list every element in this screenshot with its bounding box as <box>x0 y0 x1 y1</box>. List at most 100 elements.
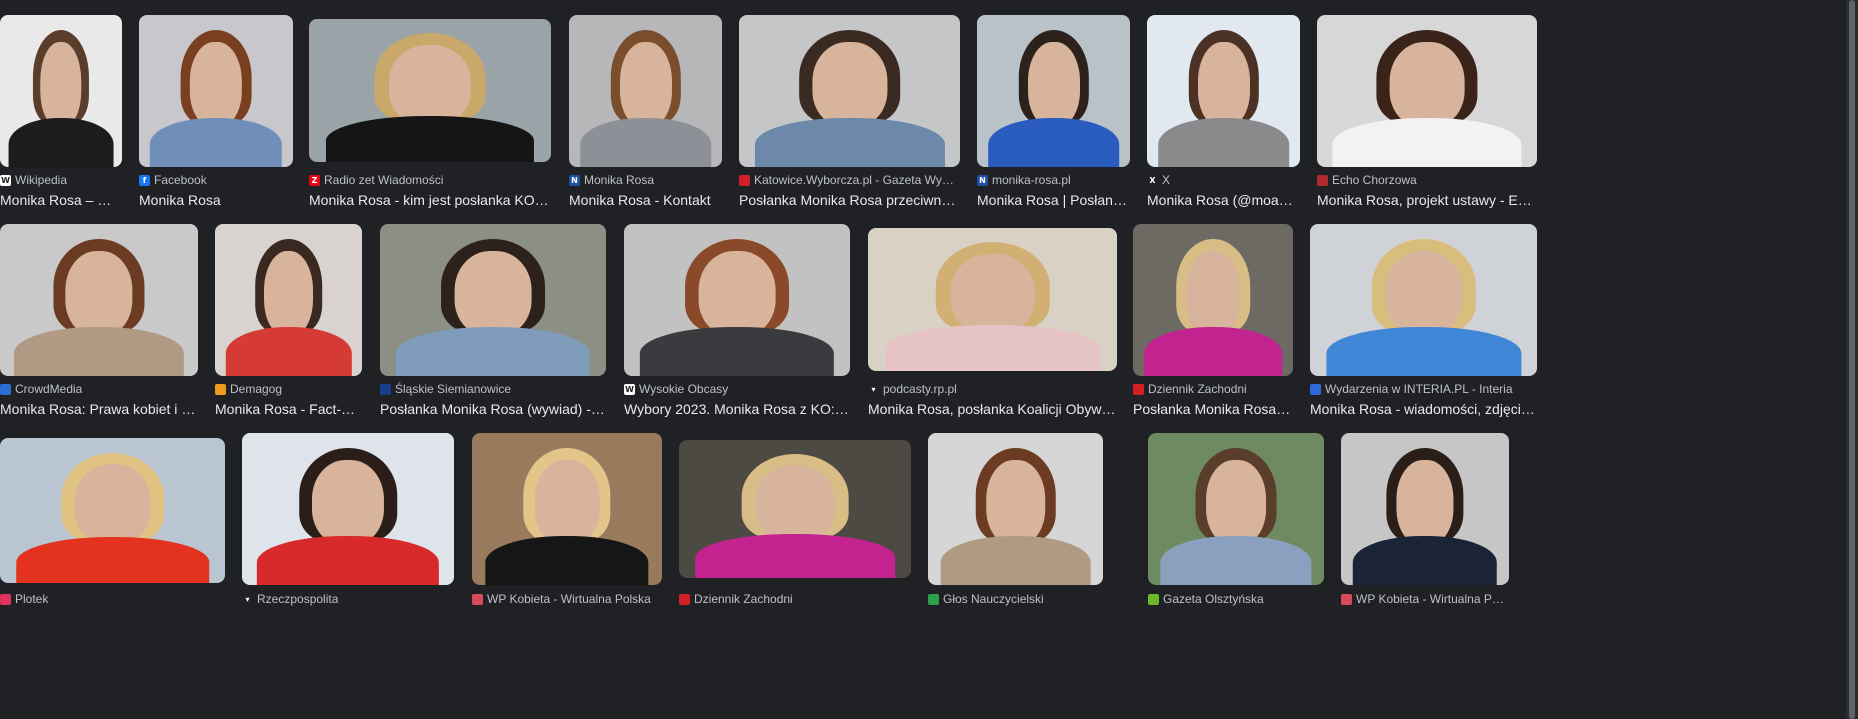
site-favicon-icon <box>380 383 391 395</box>
result-source-line: WP Kobieta - Wirtualna Polska <box>472 592 662 606</box>
result-thumbnail[interactable] <box>472 433 662 585</box>
image-result-card[interactable]: N Monika Rosa Monika Rosa - Kontakt <box>569 15 722 208</box>
result-source-line: CrowdMedia <box>0 382 198 396</box>
result-title-link[interactable]: Monika Rosa, posłanka Koalicji Obywatels… <box>868 401 1117 417</box>
image-result-card[interactable]: WP Kobieta - Wirtualna Polska <box>1341 433 1509 606</box>
image-result-card[interactable]: Plotek <box>0 438 225 606</box>
result-thumbnail[interactable] <box>215 224 362 376</box>
result-thumbnail[interactable] <box>624 224 850 376</box>
site-favicon-icon <box>0 383 11 395</box>
result-title-link[interactable]: Posłanka Monika Rosa | Dziennik Zachodni <box>1133 401 1293 417</box>
site-favicon-icon: Z <box>309 174 320 186</box>
result-source-line: ▾ podcasty.rp.pl <box>868 382 1117 396</box>
result-thumbnail[interactable] <box>868 228 1117 371</box>
site-favicon-icon: N <box>977 174 988 186</box>
image-result-card[interactable]: XX Monika Rosa (@moanrosa) / X <box>1147 15 1300 208</box>
photo-subject-face <box>698 251 776 337</box>
photo-subject-face <box>74 464 151 546</box>
photo-subject-clothing <box>485 536 649 585</box>
result-thumbnail[interactable] <box>679 440 911 578</box>
result-thumbnail[interactable] <box>928 433 1103 585</box>
result-source-name: Dziennik Zachodni <box>1148 382 1247 396</box>
result-thumbnail[interactable] <box>1341 433 1509 585</box>
result-title-link[interactable]: Monika Rosa <box>139 192 293 208</box>
image-result-card[interactable]: Echo Chorzowa Monika Rosa, projekt ustawy… <box>1317 15 1537 208</box>
result-thumbnail[interactable] <box>1148 433 1324 585</box>
result-thumbnail[interactable] <box>1317 15 1537 167</box>
result-title-link[interactable]: Monika Rosa (@moanrosa) / X <box>1147 192 1300 208</box>
photo-subject-face <box>1197 42 1250 128</box>
result-source-line: Wydarzenia w INTERIA.PL - Interia <box>1310 382 1537 396</box>
image-result-card[interactable]: CrowdMedia Monika Rosa: Prawa kobiet i os… <box>0 224 198 417</box>
site-favicon-icon <box>928 593 939 605</box>
site-favicon-icon <box>0 593 11 605</box>
result-source-line: Echo Chorzowa <box>1317 173 1537 187</box>
result-title-link[interactable]: Wybory 2023. Monika Rosa z KO: Nie ma wo… <box>624 401 850 417</box>
result-thumbnail[interactable] <box>977 15 1130 167</box>
result-title-link[interactable]: Monika Rosa - kim jest posłanka KO? Wiek… <box>309 192 551 208</box>
result-source-line: WP Kobieta - Wirtualna Polska <box>1341 592 1509 606</box>
image-result-card[interactable]: Gazeta Olsztyńska <box>1148 433 1324 606</box>
result-thumbnail[interactable] <box>0 224 198 376</box>
photo-subject-face <box>950 253 1035 334</box>
photo-subject-face <box>1185 251 1241 337</box>
image-results-grid: W Wikipedia Monika Rosa – Wikipedia, wolna… <box>0 0 1858 719</box>
site-favicon-icon <box>1341 593 1352 605</box>
image-result-card[interactable]: Dziennik Zachodni Posłanka Monika Rosa | … <box>1133 224 1293 417</box>
image-result-card[interactable]: ▾ Rzeczpospolita <box>242 433 454 606</box>
photo-subject-face <box>811 42 888 128</box>
result-title-link[interactable]: Monika Rosa, projekt ustawy - Echo Chorz… <box>1317 192 1537 208</box>
image-result-card[interactable]: Nmonika-rosa.pl Monika Rosa | Posłanka na… <box>977 15 1130 208</box>
result-title-link[interactable]: Posłanka Monika Rosa (wywiad) - Siemiano… <box>380 401 606 417</box>
photo-subject-clothing <box>1325 327 1522 376</box>
result-source-line: Głos Nauczycielski <box>928 592 1103 606</box>
result-title-link[interactable]: Monika Rosa - Kontakt <box>569 192 722 208</box>
image-result-card[interactable]: Głos Nauczycielski <box>928 433 1103 606</box>
result-title-link[interactable]: Monika Rosa - wiadomości, zdjęcia - Inte… <box>1310 401 1537 417</box>
photo-subject-face <box>1389 42 1465 128</box>
image-result-card[interactable]: ▾ podcasty.rp.pl Monika Rosa, posłanka Koa… <box>868 228 1117 417</box>
result-source-name: Katowice.Wyborcza.pl - Gazeta Wyborcza <box>754 173 960 187</box>
result-thumbnail[interactable] <box>309 19 551 162</box>
result-thumbnail[interactable] <box>0 438 225 583</box>
result-title-link[interactable]: Posłanka Monika Rosa przeciwna podwyżkom <box>739 192 960 208</box>
result-title-link[interactable]: Monika Rosa: Prawa kobiet i osób LGBT <box>0 401 198 417</box>
scrollbar-thumb[interactable] <box>1849 0 1855 719</box>
vertical-scrollbar[interactable] <box>1846 0 1858 719</box>
photo-subject-face <box>534 460 600 546</box>
result-source-line: XX <box>1147 173 1300 187</box>
result-thumbnail[interactable] <box>380 224 606 376</box>
site-favicon-icon: X <box>1147 174 1158 186</box>
image-result-card[interactable]: Katowice.Wyborcza.pl - Gazeta Wyborcza Po… <box>739 15 960 208</box>
result-thumbnail[interactable] <box>1310 224 1537 376</box>
result-title-link[interactable]: Monika Rosa - Fact-Checking <box>215 401 362 417</box>
result-source-name: Gazeta Olsztyńska <box>1163 592 1264 606</box>
image-result-card[interactable]: Z Radio zet Wiadomości Monika Rosa - kim j… <box>309 19 551 208</box>
photo-subject-face <box>263 251 314 337</box>
result-thumbnail[interactable] <box>0 15 122 167</box>
result-thumbnail[interactable] <box>242 433 454 585</box>
image-result-card[interactable]: f Facebook Monika Rosa <box>139 15 293 208</box>
result-title-link[interactable]: Monika Rosa | Posłanka na Sejm RP <box>977 192 1130 208</box>
image-result-card[interactable]: Dziennik Zachodni <box>679 440 911 606</box>
result-source-line: Dziennik Zachodni <box>1133 382 1293 396</box>
site-favicon-icon <box>1148 593 1159 605</box>
result-title-link[interactable]: Monika Rosa – Wikipedia, wolna encyklope… <box>0 192 122 208</box>
image-result-card[interactable]: WP Kobieta - Wirtualna Polska <box>472 433 662 606</box>
image-result-card[interactable]: W Wikipedia Monika Rosa – Wikipedia, wolna… <box>0 15 122 208</box>
image-result-card[interactable]: W Wysokie Obcasy Wybory 2023. Monika Rosa … <box>624 224 850 417</box>
image-result-card[interactable]: Śląskie Siemianowice Posłanka Monika Rosa… <box>380 224 606 417</box>
result-source-line: Gazeta Olsztyńska <box>1148 592 1324 606</box>
result-source-name: CrowdMedia <box>15 382 83 396</box>
image-result-card[interactable]: Demagog Monika Rosa - Fact-Checking <box>215 224 362 417</box>
image-result-card[interactable]: Wydarzenia w INTERIA.PL - Interia Monika … <box>1310 224 1537 417</box>
result-source-line: Śląskie Siemianowice <box>380 382 606 396</box>
result-thumbnail[interactable] <box>569 15 722 167</box>
site-favicon-icon <box>679 593 690 605</box>
result-thumbnail[interactable] <box>739 15 960 167</box>
photo-subject-clothing <box>395 327 591 376</box>
result-thumbnail[interactable] <box>1147 15 1300 167</box>
result-thumbnail[interactable] <box>139 15 293 167</box>
result-thumbnail[interactable] <box>1133 224 1293 376</box>
photo-subject-face <box>311 460 385 546</box>
